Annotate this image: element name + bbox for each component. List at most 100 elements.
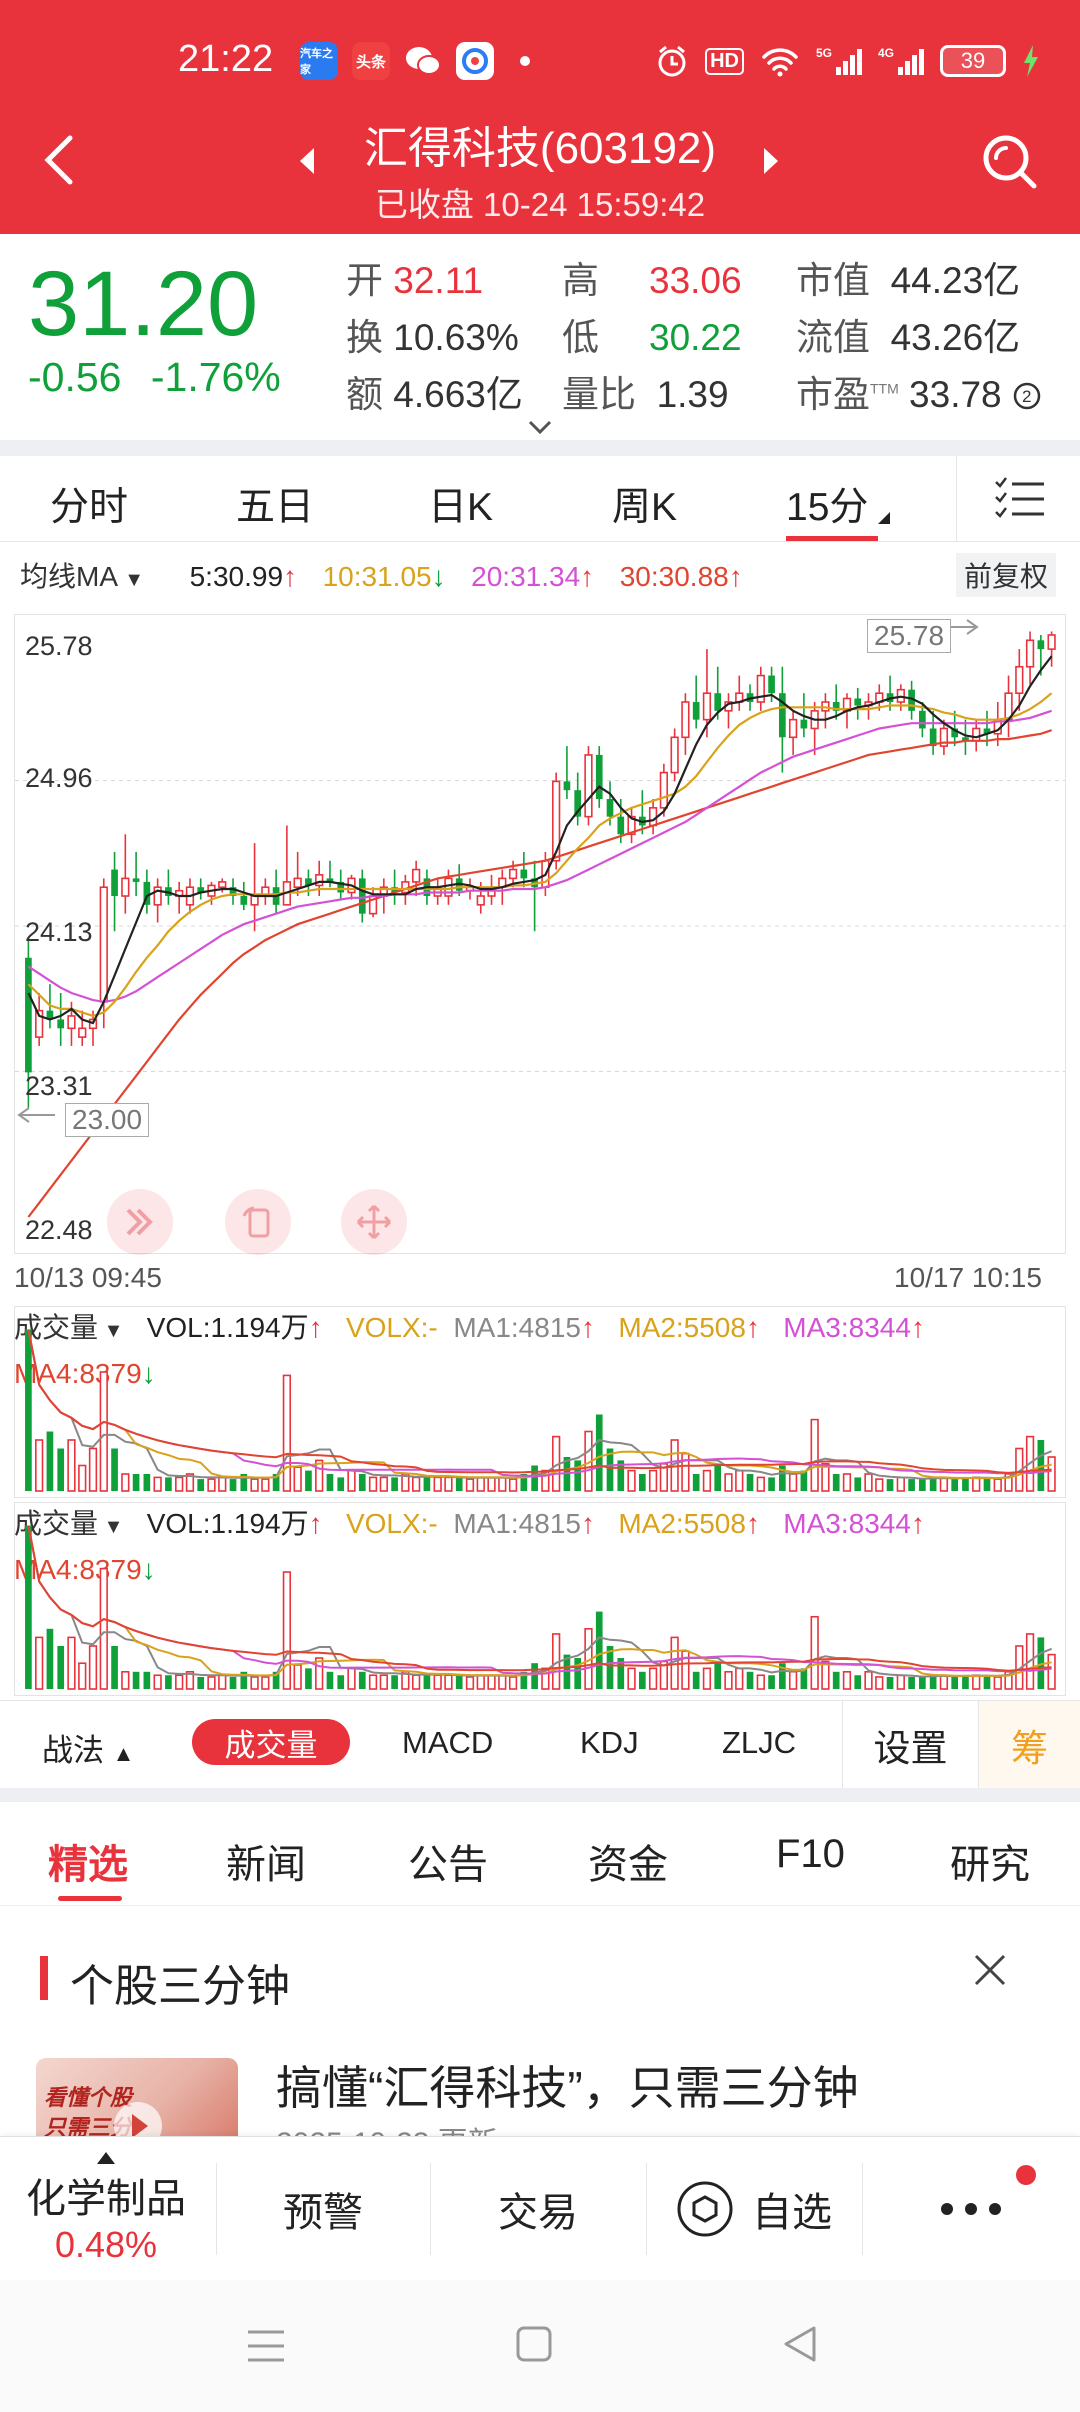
- volume-bar: [35, 1636, 44, 1690]
- volume-bar: [972, 1476, 981, 1492]
- tab-wuri[interactable]: 五日: [236, 476, 314, 532]
- nav-menu-icon[interactable]: [246, 2326, 286, 2366]
- tab-zhouk[interactable]: 周K: [612, 476, 677, 532]
- volume-bar: [735, 1667, 744, 1690]
- volume-ma5-line: [27, 1329, 1052, 1480]
- candle-body: [606, 799, 614, 817]
- trade-button[interactable]: 交易: [430, 2137, 646, 2281]
- quote-panel[interactable]: 31.20 -0.56 -1.76% 开 32.11 高 33.06 市值 44.…: [0, 234, 1080, 439]
- candle-body: [854, 698, 862, 706]
- volume-panel-2[interactable]: [14, 1502, 1066, 1696]
- tab-f10[interactable]: F10: [776, 1832, 845, 1877]
- rotate-screen-icon: [242, 1206, 270, 1238]
- volume-bar: [692, 1671, 700, 1689]
- volume-bar: [197, 1676, 205, 1689]
- candle-body: [476, 895, 485, 906]
- volume-bar: [197, 1479, 205, 1491]
- candle-body: [67, 1015, 76, 1030]
- ma5-line: [27, 655, 1053, 1025]
- indicator-zljc[interactable]: ZLJC: [722, 1725, 796, 1761]
- volume-bar: [508, 1676, 518, 1690]
- ma-selector[interactable]: 均线MA ▼: [20, 561, 144, 592]
- candle-body: [670, 736, 679, 774]
- volume-bar: [293, 1664, 302, 1690]
- indicator-macd[interactable]: MACD: [402, 1725, 493, 1761]
- candle-body: [800, 719, 808, 729]
- volume-bar: [229, 1676, 237, 1689]
- candle-body: [584, 754, 593, 818]
- zhanfa-button[interactable]: 战法 ▲: [42, 1725, 134, 1770]
- alert-button[interactable]: 预警: [216, 2137, 430, 2281]
- volume-bar: [121, 1473, 130, 1492]
- volume-bar: [498, 1674, 507, 1690]
- adjust-button[interactable]: 前复权: [956, 553, 1057, 597]
- volume-bar: [25, 1329, 32, 1491]
- volume-bar: [476, 1476, 485, 1492]
- search-button[interactable]: [980, 132, 1044, 196]
- kline-chart[interactable]: 25.78 24.96 24.13 23.31 22.48 25.78 23.0…: [14, 614, 1066, 1255]
- tab-15min[interactable]: 15分: [786, 476, 868, 532]
- volume-bar: [810, 1615, 819, 1690]
- kline-svg: [15, 619, 1065, 1218]
- sector-button[interactable]: 化学制品 0.48%: [0, 2137, 212, 2281]
- close-section-button[interactable]: [970, 1950, 1010, 1990]
- volume-ma30-line: [27, 1329, 1052, 1474]
- news-headline[interactable]: 搞懂“汇得科技”，只需三分钟: [276, 2052, 859, 2118]
- change-percent: -1.76%: [150, 354, 281, 400]
- status-app-icons: 汽车之家 头条: [300, 36, 530, 86]
- volume-bar: [132, 1671, 140, 1689]
- volume-bar: [864, 1473, 873, 1492]
- candle-body: [358, 878, 366, 914]
- indicator-kdj[interactable]: KDJ: [580, 1725, 639, 1761]
- volume-bar: [908, 1479, 915, 1491]
- toutiao-app-icon: 头条: [352, 42, 390, 80]
- volume-bar: [993, 1676, 1002, 1690]
- settings-button[interactable]: 设置: [842, 1701, 978, 1789]
- tab-zijin[interactable]: 资金: [588, 1832, 668, 1890]
- tab-rik[interactable]: 日K: [428, 476, 493, 532]
- tab-jingxuan[interactable]: 精选: [48, 1832, 128, 1890]
- volume-bar: [919, 1676, 926, 1689]
- volume-bar: [983, 1675, 991, 1689]
- volume-ma10-line: [27, 1329, 1052, 1480]
- tab-fenshi[interactable]: 分时: [50, 476, 128, 532]
- candle-body: [919, 710, 926, 729]
- indicator-volume[interactable]: 成交量: [192, 1719, 350, 1765]
- time-end-label: 10/17 10:15: [894, 1262, 1042, 1293]
- volratio-field: 量比 1.39: [562, 374, 729, 415]
- news-date: 2025-10-23 更新: [276, 2118, 498, 2136]
- candle-body: [508, 868, 518, 880]
- fullscreen-button[interactable]: [341, 1189, 407, 1255]
- video-thumbnail[interactable]: 看懂个股 只需三分: [36, 2058, 238, 2136]
- y-tick-0: 25.78: [25, 631, 93, 661]
- chip-distribution-button[interactable]: 筹: [978, 1701, 1080, 1789]
- volume-bar: [207, 1478, 216, 1492]
- candle-body: [788, 718, 798, 739]
- volume-bar: [487, 1674, 496, 1690]
- tab-xinwen[interactable]: 新闻: [226, 1832, 306, 1890]
- nav-back-icon[interactable]: [780, 2324, 820, 2364]
- min-price-marker: 23.00: [65, 1103, 150, 1137]
- chart-menu-button[interactable]: [956, 456, 1080, 542]
- fast-forward-button[interactable]: [107, 1189, 173, 1255]
- close-icon: [974, 1954, 1006, 1986]
- expand-chevron-icon[interactable]: [526, 418, 554, 436]
- volume-bar: [57, 1646, 65, 1689]
- mcap-field: 市值 44.23亿: [796, 260, 1021, 301]
- volume-bar: [175, 1476, 184, 1492]
- rotate-button[interactable]: [225, 1189, 291, 1255]
- ma5-value: 5:30.99↑: [189, 561, 298, 592]
- tab-gonggao[interactable]: 公告: [408, 1832, 488, 1890]
- more-button[interactable]: [862, 2137, 1080, 2281]
- volume-bar: [810, 1418, 819, 1492]
- watchlist-button[interactable]: 自选: [646, 2137, 862, 2281]
- tab-yanjiu[interactable]: 研究: [950, 1832, 1030, 1890]
- volume-bar: [896, 1476, 905, 1492]
- candle-body: [520, 869, 528, 879]
- volume-panel-1[interactable]: [14, 1306, 1066, 1498]
- candle-body: [702, 692, 712, 721]
- info-circle-icon[interactable]: 2: [1012, 381, 1042, 411]
- nav-home-icon[interactable]: [514, 2324, 554, 2364]
- volume-bar: [746, 1671, 754, 1689]
- svg-text:4G: 4G: [878, 46, 894, 60]
